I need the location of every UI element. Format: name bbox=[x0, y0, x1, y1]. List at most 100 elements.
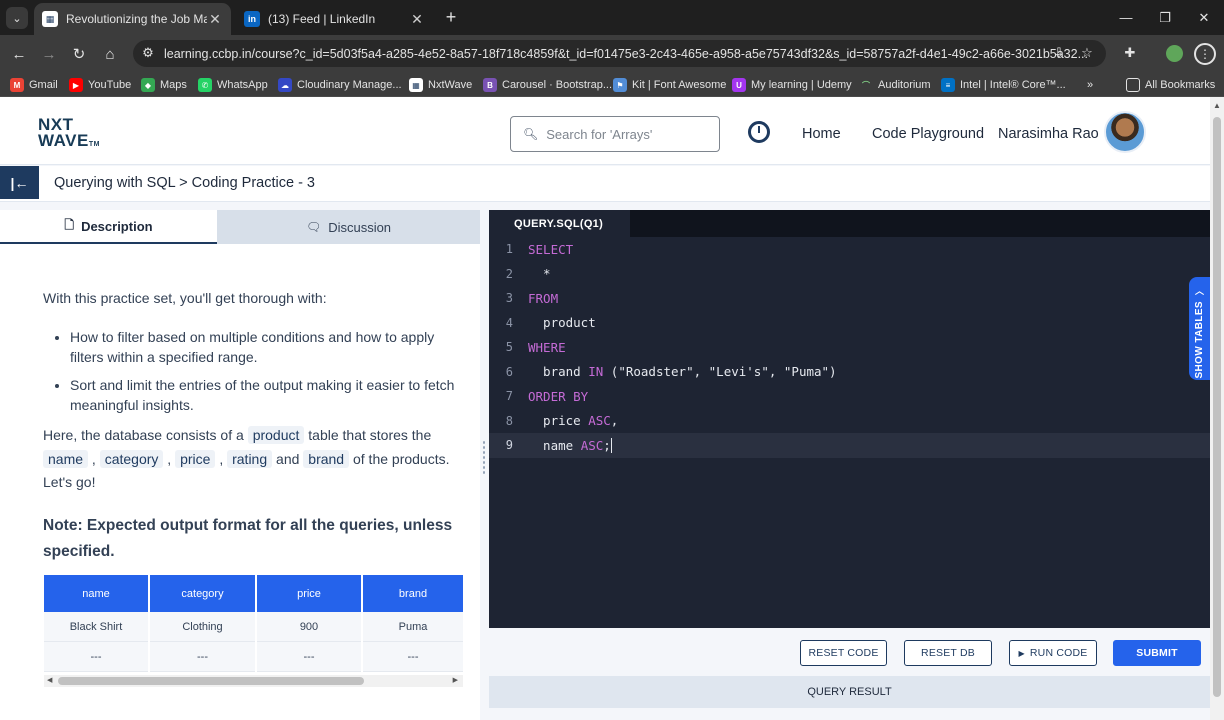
page-scrollbar[interactable]: ▲ bbox=[1210, 97, 1224, 720]
forward-arrow-icon[interactable]: → bbox=[38, 43, 60, 65]
bookmark-maps[interactable]: ◆ Maps bbox=[141, 76, 187, 94]
code-chip-name: name bbox=[43, 449, 89, 468]
bootstrap-icon: B bbox=[483, 78, 497, 92]
nav-home[interactable]: Home bbox=[802, 126, 841, 142]
code-line[interactable]: 3 FROM bbox=[489, 286, 1210, 311]
new-tab-plus-icon[interactable]: + bbox=[441, 7, 461, 27]
panel-tabs: 🗋 Description 🗨 Discussion bbox=[0, 210, 480, 244]
stopwatch-icon[interactable] bbox=[748, 121, 770, 143]
scroll-left-icon[interactable]: ◀ bbox=[47, 676, 52, 684]
description-content: With this practice set, you'll get thoro… bbox=[0, 244, 480, 720]
bookmark-gmail[interactable]: M Gmail bbox=[10, 76, 58, 94]
code-line[interactable]: 2 * bbox=[489, 262, 1210, 287]
table-cell: 900 bbox=[257, 612, 361, 642]
site-header: NXT WAVETM 🔍︎ Search for 'Arrays' Home C… bbox=[0, 97, 1210, 165]
all-bookmarks[interactable]: All Bookmarks bbox=[1126, 76, 1215, 94]
scroll-right-icon[interactable]: ▶ bbox=[453, 676, 458, 684]
code-line[interactable]: 7 ORDER BY bbox=[489, 384, 1210, 409]
profile-avatar-icon[interactable] bbox=[1166, 45, 1183, 62]
home-icon[interactable]: ⌂ bbox=[99, 43, 121, 65]
close-tab-icon[interactable]: ✕ bbox=[409, 11, 425, 28]
extensions-puzzle-icon[interactable]: ✚ bbox=[1120, 43, 1140, 63]
avatar[interactable] bbox=[1104, 111, 1146, 153]
whatsapp-icon: ✆ bbox=[198, 78, 212, 92]
reset-code-button[interactable]: RESET CODE bbox=[800, 640, 887, 666]
editor-file-tab[interactable]: QUERY.SQL(Q1) bbox=[489, 210, 630, 237]
code-line[interactable]: 6 brand IN ("Roadster", "Levi's", "Puma"… bbox=[489, 360, 1210, 385]
submit-button[interactable]: SUBMIT bbox=[1113, 640, 1201, 666]
reload-icon[interactable]: ↻ bbox=[68, 43, 90, 65]
code-editor[interactable]: QUERY.SQL(Q1) 1 SELECT 2 * 3 FROM 4 produc… bbox=[489, 210, 1210, 628]
search-input[interactable]: 🔍︎ Search for 'Arrays' bbox=[510, 116, 720, 152]
output-format-note: Note: Expected output format for all the… bbox=[43, 517, 453, 560]
code-line[interactable]: 5 WHERE bbox=[489, 335, 1210, 360]
scroll-up-icon[interactable]: ▲ bbox=[1213, 101, 1221, 110]
bookmark-whatsapp[interactable]: ✆ WhatsApp bbox=[198, 76, 268, 94]
tab-description[interactable]: 🗋 Description bbox=[0, 210, 217, 244]
window-close-icon[interactable]: ✕ bbox=[1184, 0, 1224, 35]
table-header: category bbox=[150, 575, 255, 612]
run-code-button[interactable]: ▶ RUN CODE bbox=[1009, 640, 1097, 666]
bookmark-bootstrap[interactable]: B Carousel · Bootstrap... bbox=[483, 76, 612, 94]
bookmark-nxtwave[interactable]: ▦ NxtWave bbox=[409, 76, 472, 94]
panel-resize-handle[interactable] bbox=[482, 440, 486, 476]
url-text: learning.ccbp.in/course?c_id=5d03f5a4-a2… bbox=[164, 46, 1089, 61]
bookmark-star-icon[interactable]: ☆ bbox=[1077, 43, 1097, 63]
tab-discussion[interactable]: 🗨 Discussion bbox=[217, 210, 480, 244]
database-description: Here, the database consists of a product… bbox=[43, 426, 450, 490]
user-name[interactable]: Narasimha Rao bbox=[998, 126, 1099, 142]
bookmark-youtube[interactable]: ▶ YouTube bbox=[69, 76, 131, 94]
bookmark-auditorium[interactable]: ⌒ Auditorium bbox=[859, 76, 931, 94]
code-lines[interactable]: 1 SELECT 2 * 3 FROM 4 product 5 WHERE 6 bra… bbox=[489, 237, 1210, 458]
bookmark-udemy[interactable]: U My learning | Udemy bbox=[732, 76, 852, 94]
code-line[interactable]: 4 product bbox=[489, 311, 1210, 336]
udemy-icon: U bbox=[732, 78, 746, 92]
tab-search-chevron-icon[interactable]: ⌄ bbox=[6, 7, 28, 29]
bookmarks-overflow-chevron-icon[interactable]: » bbox=[1087, 76, 1093, 94]
cloudinary-icon: ☁ bbox=[278, 78, 292, 92]
site-info-icon[interactable]: ⚙ bbox=[138, 43, 158, 63]
play-icon: ▶ bbox=[1018, 648, 1025, 658]
list-item: Sort and limit the entries of the output… bbox=[70, 375, 465, 415]
maximize-icon[interactable]: ❐ bbox=[1145, 0, 1185, 35]
sidebar-toggle-icon[interactable]: |← bbox=[0, 166, 39, 199]
browser-tab-title: (13) Feed | LinkedIn bbox=[268, 12, 376, 26]
back-arrow-icon[interactable]: ← bbox=[8, 43, 30, 65]
address-bar[interactable]: learning.ccbp.in/course?c_id=5d03f5a4-a2… bbox=[133, 40, 1106, 67]
close-tab-icon[interactable]: ✕ bbox=[207, 11, 223, 28]
search-icon: 🔍︎ bbox=[523, 127, 539, 141]
nxtwave-logo[interactable]: NXT WAVETM bbox=[38, 116, 100, 153]
browser-tab-linkedin[interactable]: in (13) Feed | LinkedIn ✕ bbox=[236, 3, 433, 35]
browser-tab-strip: ⌄ ▦ Revolutionizing the Job Market ✕ in … bbox=[0, 0, 1224, 35]
page-scrollbar-thumb[interactable] bbox=[1213, 117, 1221, 697]
scrollbar-thumb[interactable] bbox=[58, 677, 364, 685]
objectives-list: How to filter based on multiple conditio… bbox=[70, 327, 465, 423]
browser-tab-nxtwave[interactable]: ▦ Revolutionizing the Job Market ✕ bbox=[34, 3, 231, 35]
list-item: How to filter based on multiple conditio… bbox=[70, 327, 465, 367]
table-cell: --- bbox=[44, 642, 148, 672]
table-header: brand bbox=[363, 575, 463, 612]
description-panel: 🗋 Description 🗨 Discussion With this pra… bbox=[0, 210, 480, 720]
query-result-bar[interactable]: QUERY RESULT bbox=[489, 676, 1210, 708]
code-line-current[interactable]: 9 name ASC; bbox=[489, 433, 1210, 458]
install-app-icon[interactable]: ⇩ bbox=[1049, 43, 1069, 63]
code-chip-rating: rating bbox=[227, 449, 273, 468]
bookmark-cloudinary[interactable]: ☁ Cloudinary Manage... bbox=[278, 76, 402, 94]
text-caret bbox=[610, 437, 612, 453]
reset-db-button[interactable]: RESET DB bbox=[904, 640, 992, 666]
code-line[interactable]: 8 price ASC, bbox=[489, 409, 1210, 434]
table-header: price bbox=[257, 575, 361, 612]
table-cell: Black Shirt bbox=[44, 612, 148, 642]
browser-menu-icon[interactable]: ⋮ bbox=[1194, 43, 1216, 65]
table-cell: Puma bbox=[363, 612, 463, 642]
nav-code-playground[interactable]: Code Playground bbox=[872, 126, 984, 142]
youtube-icon: ▶ bbox=[69, 78, 83, 92]
table-horizontal-scrollbar[interactable]: ◀ ▶ bbox=[44, 675, 463, 687]
table-cell: --- bbox=[363, 642, 463, 672]
search-placeholder: Search for 'Arrays' bbox=[546, 126, 653, 142]
bookmark-intel[interactable]: ≡ Intel | Intel® Core™... bbox=[941, 76, 1066, 94]
code-line[interactable]: 1 SELECT bbox=[489, 237, 1210, 262]
minimize-icon[interactable]: — bbox=[1106, 0, 1146, 35]
show-tables-button[interactable]: ︿ SHOW TABLES bbox=[1189, 277, 1210, 380]
bookmark-fontawesome[interactable]: ⚑ Kit | Font Awesome bbox=[613, 76, 726, 94]
